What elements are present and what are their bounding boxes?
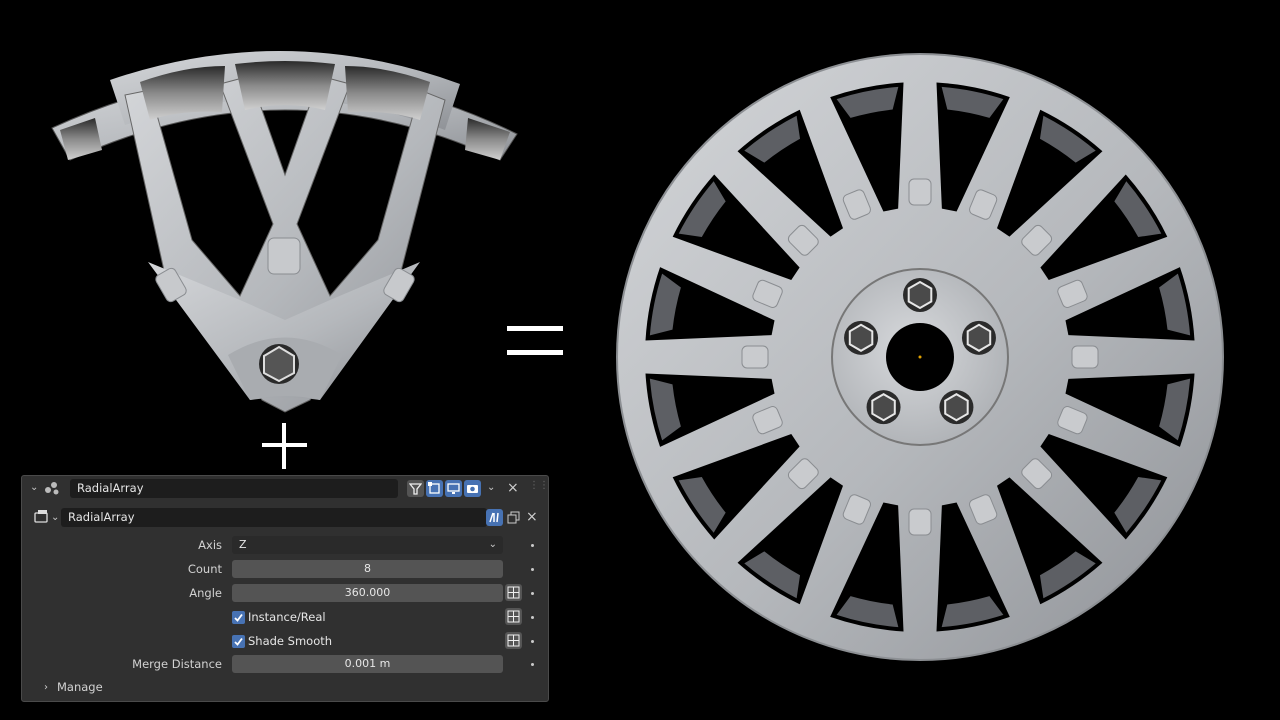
checkmark-icon (234, 637, 243, 646)
equals-symbol (507, 326, 563, 355)
viewport-toggle[interactable] (445, 480, 462, 497)
axis-select[interactable]: Z ⌄ (232, 536, 503, 554)
node-group-chevron-icon[interactable]: ⌄ (51, 512, 59, 523)
smooth-keyframe-dot[interactable] (531, 640, 534, 643)
unlink-icon[interactable]: × (526, 510, 538, 524)
axis-value: Z (239, 538, 247, 551)
fake-user-toggle[interactable] (486, 509, 503, 526)
attribute-icon (507, 634, 520, 647)
axis-label: Axis (198, 538, 222, 552)
count-keyframe-dot[interactable] (531, 568, 534, 571)
axis-chevron-icon: ⌄ (488, 539, 497, 550)
angle-attribute-toggle[interactable] (505, 584, 522, 601)
copy-icon (507, 511, 520, 524)
instance-attribute-toggle[interactable] (505, 608, 522, 625)
monitor-icon (447, 483, 460, 494)
duplicate-button[interactable] (505, 509, 522, 526)
instance-keyframe-dot[interactable] (531, 616, 534, 619)
collapse-chevron-icon[interactable]: ⌄ (30, 482, 38, 493)
lug-nut (848, 323, 874, 352)
lug-nut (944, 393, 969, 422)
edit-mode-toggle[interactable] (407, 480, 424, 497)
modifier-panel: ⌄ RadialArray ⌄ × ⋮⋮ ⌄ RadialArray × Axi… (21, 475, 549, 702)
lug-nut (871, 393, 896, 422)
dropdown-chevron-icon[interactable]: ⌄ (487, 482, 495, 493)
smooth-checkbox[interactable] (232, 635, 245, 648)
smooth-label[interactable]: Shade Smooth (248, 632, 332, 650)
camera-icon (467, 485, 478, 493)
render-toggle[interactable] (464, 480, 481, 497)
center-dot (918, 355, 922, 359)
attribute-icon (507, 586, 520, 599)
lug-nut (966, 323, 992, 352)
angle-field[interactable]: 360.000 (232, 584, 503, 602)
editmode-cage-toggle[interactable] (426, 480, 443, 497)
manage-subpanel[interactable]: Manage (57, 680, 103, 694)
axis-keyframe-dot[interactable] (531, 544, 534, 547)
spoke-bump (1071, 345, 1099, 369)
instance-checkbox[interactable] (232, 611, 245, 624)
merge-keyframe-dot[interactable] (531, 663, 534, 666)
close-icon[interactable]: × (507, 481, 519, 495)
instance-label[interactable]: Instance/Real (248, 608, 326, 626)
drag-handle-icon[interactable]: ⋮⋮ (529, 480, 549, 491)
merge-field[interactable]: 0.001 m (232, 655, 503, 673)
attribute-icon (507, 610, 520, 623)
smooth-attribute-toggle[interactable] (505, 632, 522, 649)
count-field[interactable]: 8 (232, 560, 503, 578)
plus-symbol (262, 423, 307, 469)
funnel-icon (409, 483, 422, 495)
count-label: Count (187, 562, 222, 576)
full-wheel (616, 53, 1224, 661)
node-group-field[interactable]: RadialArray (61, 508, 487, 527)
node-tree-icon[interactable] (33, 509, 49, 525)
vertex-square-icon (428, 482, 440, 494)
merge-label: Merge Distance (132, 657, 222, 671)
angle-keyframe-dot[interactable] (531, 592, 534, 595)
spoke-bump (741, 345, 769, 369)
geometry-nodes-icon (45, 482, 59, 495)
angle-label: Angle (189, 586, 222, 600)
checkmark-icon (234, 613, 243, 622)
spoke-bump (908, 178, 932, 206)
manage-chevron-icon[interactable]: › (44, 682, 48, 693)
modifier-header: ⌄ RadialArray ⌄ × ⋮⋮ (22, 476, 549, 501)
modifier-name-field[interactable]: RadialArray (70, 479, 398, 498)
lug-nut (907, 280, 933, 310)
shield-icon (489, 512, 499, 523)
spoke-bump (908, 508, 932, 536)
wheel-segment (51, 50, 518, 413)
